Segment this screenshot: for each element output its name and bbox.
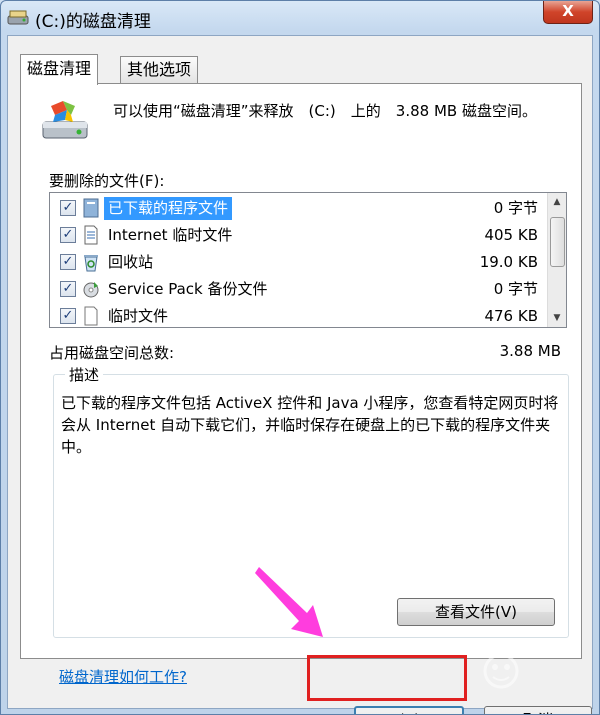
total-space-value: 3.88 MB [499, 342, 561, 360]
list-item[interactable]: ✓ Internet 临时文件 405 KB [50, 222, 546, 249]
list-item[interactable]: ✓ Service Pack 备份文件 0 字节 [50, 276, 546, 303]
backup-icon [83, 282, 99, 298]
file-name: 已下载的程序文件 [104, 197, 233, 220]
files-list[interactable]: ✓ 已下载的程序文件 0 字节 ✓ Internet 临时文件 405 KB ✓… [49, 192, 567, 328]
disk-cleanup-window: (C:)的磁盘清理 X 磁盘清理 其他选项 可以使用“磁盘清理”来释放 (C:)… [0, 0, 600, 715]
scroll-up-icon[interactable]: ▲ [548, 193, 566, 211]
file-name: 回收站 [108, 253, 154, 271]
list-item[interactable]: ✓ 临时文件 476 KB [50, 303, 546, 327]
program-files-icon [83, 198, 99, 218]
description-title: 描述 [65, 364, 104, 385]
file-name: Internet 临时文件 [108, 226, 233, 244]
file-size: 19.0 KB [479, 253, 538, 271]
blank-file-icon [84, 306, 98, 326]
drive-cleanup-icon [42, 101, 88, 139]
close-icon: X [562, 2, 574, 20]
list-item[interactable]: ✓ 回收站 19.0 KB [50, 249, 546, 276]
title-bar: (C:)的磁盘清理 X [1, 1, 599, 35]
checkbox[interactable]: ✓ [60, 308, 76, 324]
close-button[interactable]: X [543, 1, 593, 24]
checkbox[interactable]: ✓ [60, 254, 76, 270]
file-size: 0 字节 [493, 199, 538, 217]
total-space-label: 占用磁盘空间总数: [49, 344, 175, 362]
intro-text: 可以使用“磁盘清理”来释放 (C:) 上的 3.88 MB 磁盘空间。 [113, 102, 537, 120]
pointer-arrow-icon [255, 567, 323, 637]
checkbox[interactable]: ✓ [60, 227, 76, 243]
scroll-down-icon[interactable]: ▼ [548, 309, 566, 327]
list-scrollbar[interactable]: ▲ ▼ [547, 193, 566, 327]
description-text: 已下载的程序文件包括 ActiveX 控件和 Java 小程序，您查看特定网页时… [61, 394, 559, 456]
disk-cleanup-icon [7, 10, 29, 25]
tab-disk-cleanup[interactable]: 磁盘清理 [20, 54, 99, 85]
files-to-delete-label: 要删除的文件(F): [49, 172, 165, 190]
list-item[interactable]: ✓ 已下载的程序文件 0 字节 [50, 195, 546, 222]
watermark-logo [483, 653, 519, 689]
window-title: (C:)的磁盘清理 [35, 12, 151, 32]
file-size: 0 字节 [493, 280, 538, 298]
ok-button[interactable]: 确定 [354, 706, 464, 714]
scroll-thumb[interactable] [550, 217, 565, 267]
document-icon [84, 225, 98, 245]
file-size: 476 KB [484, 307, 538, 325]
highlight-box [307, 655, 467, 701]
tab-more-options[interactable]: 其他选项 [120, 56, 199, 83]
view-files-button[interactable]: 查看文件(V) [397, 598, 555, 626]
checkbox[interactable]: ✓ [60, 281, 76, 297]
checkbox[interactable]: ✓ [60, 200, 76, 216]
recycle-bin-icon [84, 255, 98, 272]
help-link[interactable]: 磁盘清理如何工作? [59, 666, 187, 687]
file-size: 405 KB [484, 226, 538, 244]
file-name: Service Pack 备份文件 [108, 280, 268, 298]
file-name: 临时文件 [108, 307, 169, 325]
